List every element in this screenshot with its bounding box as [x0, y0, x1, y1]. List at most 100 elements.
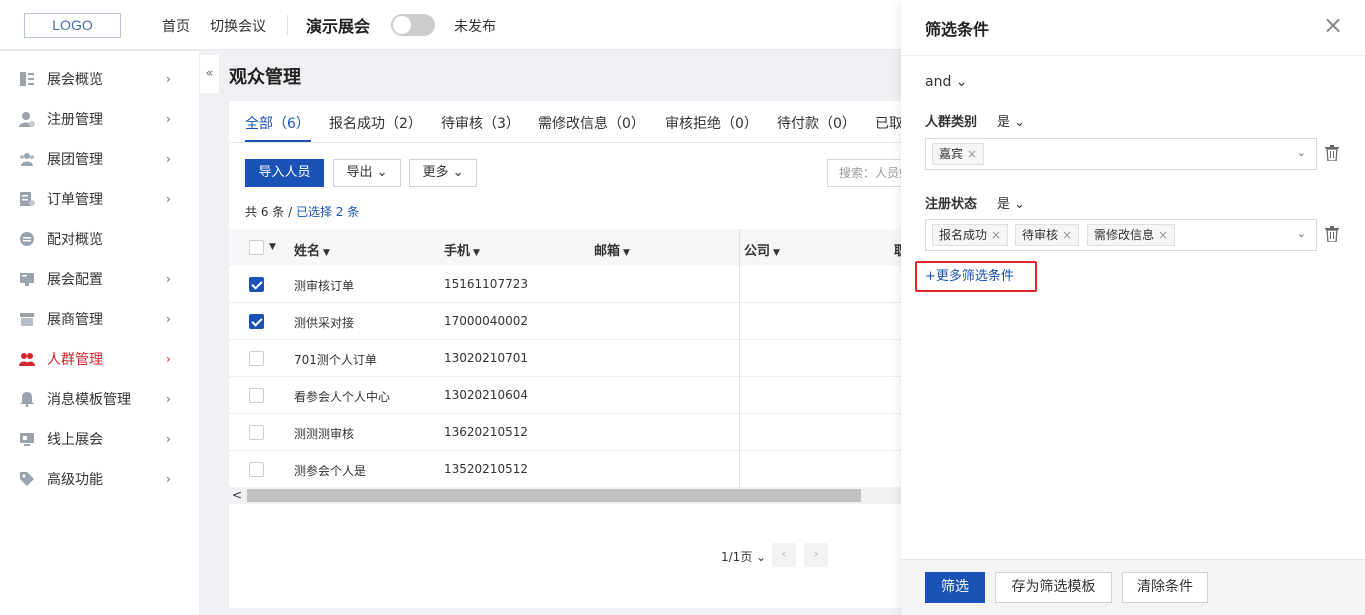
row-checkbox[interactable]: [249, 462, 264, 477]
filter-operator-select[interactable]: 是 ⌄: [997, 111, 1025, 130]
drawer-header: 筛选条件 ×: [901, 0, 1365, 56]
cell-phone: 13620210512: [444, 425, 528, 439]
clear-filter-button[interactable]: 清除条件: [1122, 572, 1208, 603]
sidebar-item-exhibitor[interactable]: 展商管理 ›: [0, 299, 199, 339]
export-button[interactable]: 导出 ⌄: [333, 159, 401, 187]
remove-tag-icon[interactable]: ×: [967, 147, 977, 161]
column-label: 手机: [444, 244, 471, 259]
row-checkbox[interactable]: [249, 425, 264, 440]
sidebar-item-overview[interactable]: 展会概览 ›: [0, 59, 199, 99]
trash-icon[interactable]: [1325, 145, 1339, 161]
apply-filter-button[interactable]: 筛选: [925, 572, 985, 603]
column-header-email[interactable]: 邮箱 ▼: [594, 240, 630, 259]
tab-cancelled[interactable]: 已取消: [875, 113, 901, 133]
filter-tag: 需修改信息 ×: [1087, 224, 1176, 246]
tab-registered[interactable]: 报名成功（2）: [329, 113, 422, 133]
scroll-left-icon[interactable]: <: [232, 487, 242, 504]
column-header-company[interactable]: 公司 ▼: [744, 240, 780, 259]
sidebar-item-order[interactable]: 订单管理 ›: [0, 179, 199, 219]
sidebar-item-label: 配对概览: [47, 232, 103, 248]
caret-down-icon: ▼: [473, 248, 480, 258]
tab-pending-review[interactable]: 待审核（3）: [441, 113, 520, 133]
overview-icon: [20, 72, 34, 86]
row-checkbox[interactable]: [249, 314, 264, 329]
sidebar-item-match[interactable]: 配对概览: [0, 219, 199, 259]
user-register-icon: [19, 112, 35, 127]
sidebar-item-label: 展会概览: [47, 72, 103, 88]
sidebar-item-crowd[interactable]: 人群管理 ›: [0, 339, 199, 379]
filter-tag: 待审核 ×: [1015, 224, 1080, 246]
more-button[interactable]: 更多 ⌄: [409, 159, 477, 187]
crowd-icon: [19, 353, 35, 366]
select-all-checkbox[interactable]: [249, 240, 264, 255]
table-row[interactable]: 测审核订单 15161107723: [229, 266, 901, 303]
table-row[interactable]: 看参会人个人中心 13020210604: [229, 377, 901, 414]
filter-value-select[interactable]: 嘉宾 × ⌄: [925, 138, 1317, 170]
search-input[interactable]: 搜索：人员姓名: [827, 159, 901, 187]
row-checkbox[interactable]: [249, 388, 264, 403]
close-icon[interactable]: ×: [1323, 13, 1343, 37]
chevron-right-icon: ›: [166, 392, 171, 406]
logo: LOGO: [24, 13, 121, 38]
publish-toggle[interactable]: [391, 14, 435, 36]
sidebar-item-label: 人群管理: [47, 352, 103, 368]
tab-all[interactable]: 全部（6）: [245, 113, 310, 133]
tab-needs-info[interactable]: 需修改信息（0）: [538, 113, 645, 133]
drawer-title: 筛选条件: [925, 20, 990, 39]
nav-switch-meeting-link[interactable]: 切换会议: [210, 16, 266, 36]
filter-operator-select[interactable]: 是 ⌄: [997, 193, 1025, 212]
table-row[interactable]: 测参会个人是 13520210512: [229, 451, 901, 488]
remove-tag-icon[interactable]: ×: [1158, 228, 1168, 242]
tab-rejected[interactable]: 审核拒绝（0）: [665, 113, 758, 133]
filter-tag: 报名成功 ×: [932, 224, 1009, 246]
import-button[interactable]: 导入人员: [245, 159, 324, 187]
scrollbar-thumb[interactable]: [247, 489, 861, 502]
table-header: ▼ 姓名 ▼ 手机 ▼ 邮箱 ▼ 公司 ▼ 职: [229, 229, 901, 266]
sidebar-item-label: 注册管理: [47, 112, 103, 128]
collapse-sidebar-button[interactable]: «: [200, 55, 219, 93]
sidebar-item-message-template[interactable]: 消息模板管理 ›: [0, 379, 199, 419]
trash-icon[interactable]: [1325, 226, 1339, 242]
tab-unpaid[interactable]: 待付款（0）: [777, 113, 856, 133]
cell-name: 测供采对接: [294, 316, 355, 330]
row-checkbox[interactable]: [249, 277, 264, 292]
sidebar-item-online[interactable]: 线上展会 ›: [0, 419, 199, 459]
sidebar-item-advanced[interactable]: 高级功能 ›: [0, 459, 199, 499]
column-header-name[interactable]: 姓名 ▼: [294, 240, 330, 259]
sidebar-item-label: 展会配置: [47, 272, 103, 288]
cell-phone: 15161107723: [444, 277, 528, 291]
table-row[interactable]: 测测测审核 13620210512: [229, 414, 901, 451]
filter-label: 人群类别: [925, 115, 978, 130]
filter-label: 注册状态: [925, 197, 978, 212]
nav-home-link[interactable]: 首页: [162, 16, 190, 36]
tag-label: 嘉宾: [939, 147, 964, 161]
plus-icon: +: [925, 269, 936, 284]
logic-select[interactable]: and ⌄: [925, 74, 968, 90]
column-header-title[interactable]: 职: [894, 240, 901, 259]
chevron-down-icon: ⌄: [752, 550, 767, 564]
sidebar-item-config[interactable]: 展会配置 ›: [0, 259, 199, 299]
page-indicator[interactable]: 1/1页 ⌄: [721, 548, 766, 565]
filter-tag: 嘉宾 ×: [932, 143, 985, 165]
sidebar-item-group[interactable]: 展团管理 ›: [0, 139, 199, 179]
sidebar-item-register[interactable]: 注册管理 ›: [0, 99, 199, 139]
meeting-title: 演示展会: [306, 17, 371, 36]
row-checkbox[interactable]: [249, 351, 264, 366]
remove-tag-icon[interactable]: ×: [1062, 228, 1072, 242]
select-all-dropdown-icon[interactable]: ▼: [269, 242, 276, 252]
table-row[interactable]: 701测个人订单 13020210701: [229, 340, 901, 377]
add-filter-button[interactable]: +更多筛选条件: [915, 261, 1037, 292]
save-template-button[interactable]: 存为筛选模板: [995, 572, 1112, 603]
chevron-right-icon: ›: [166, 472, 171, 486]
column-header-phone[interactable]: 手机 ▼: [444, 240, 480, 259]
tag-label: 报名成功: [939, 228, 988, 242]
chevron-right-icon: ›: [166, 352, 171, 366]
next-page-button[interactable]: ›: [804, 543, 828, 567]
chevron-right-icon: ›: [166, 312, 171, 326]
filter-value-select[interactable]: 报名成功 × 待审核 × 需修改信息 × ⌄: [925, 219, 1317, 251]
selected-count-link[interactable]: 已选择 2 条: [296, 205, 359, 219]
horizontal-scrollbar[interactable]: <: [229, 487, 901, 504]
table-row[interactable]: 测供采对接 17000040002: [229, 303, 901, 340]
remove-tag-icon[interactable]: ×: [991, 228, 1001, 242]
prev-page-button[interactable]: ‹: [772, 543, 796, 567]
